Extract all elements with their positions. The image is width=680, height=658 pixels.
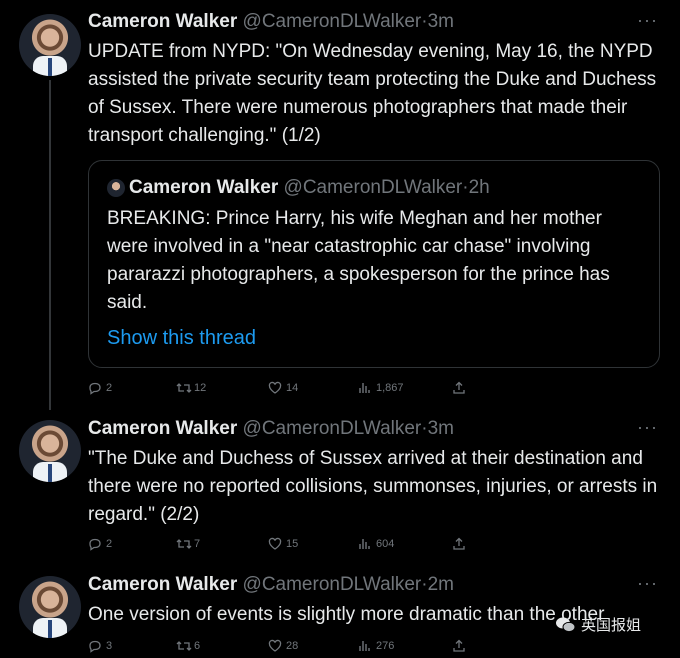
reply-button[interactable]: 3 (88, 639, 112, 653)
like-count: 14 (286, 382, 299, 394)
quoted-tweet[interactable]: Cameron Walker @CameronDLWalker·2h BREAK… (88, 160, 660, 368)
more-icon[interactable]: ··· (637, 10, 658, 31)
views-button[interactable]: 276 (358, 639, 394, 653)
views-icon (358, 537, 372, 551)
timestamp[interactable]: 3m (428, 418, 454, 439)
reply-count: 2 (106, 382, 113, 394)
like-icon (268, 381, 282, 395)
retweet-icon (176, 639, 192, 653)
reply-button[interactable]: 2 (88, 381, 112, 395)
quoted-author-handle: @CameronDLWalker (283, 177, 463, 198)
like-icon (268, 639, 282, 653)
views-count: 604 (376, 538, 395, 550)
reply-count: 3 (106, 640, 113, 652)
thread-line (49, 80, 51, 410)
like-button[interactable]: 28 (268, 639, 298, 653)
tweet-3[interactable]: Cameron Walker @CameronDLWalker·2m ··· O… (0, 566, 680, 658)
share-button[interactable] (452, 537, 466, 551)
like-count: 28 (286, 640, 299, 652)
retweet-icon (176, 381, 192, 395)
author-handle[interactable]: @CameronDLWalker (243, 418, 422, 439)
reply-button[interactable]: 2 (88, 537, 112, 551)
avatar[interactable] (19, 14, 81, 76)
tweet-text: "The Duke and Duchess of Sussex arrived … (88, 448, 658, 525)
quoted-author-name: Cameron Walker (129, 177, 279, 198)
more-icon[interactable]: ··· (637, 573, 658, 594)
show-thread-link[interactable]: Show this thread (107, 327, 256, 350)
like-count: 15 (286, 538, 299, 550)
views-button[interactable]: 604 (358, 537, 394, 551)
tweet-1[interactable]: Cameron Walker @CameronDLWalker·3m ··· U… (0, 0, 680, 410)
quoted-header: Cameron Walker @CameronDLWalker·2h (129, 177, 490, 199)
reply-icon (88, 639, 102, 653)
tweet-header: Cameron Walker @CameronDLWalker·3m (88, 11, 454, 33)
reply-icon (88, 381, 102, 395)
views-count: 1,867 (376, 382, 404, 394)
more-icon[interactable]: ··· (637, 417, 658, 438)
retweet-button[interactable]: 6 (176, 639, 200, 653)
tweet-text: UPDATE from NYPD: "On Wednesday evening,… (88, 41, 657, 146)
author-name[interactable]: Cameron Walker (88, 11, 237, 32)
quoted-timestamp: 2h (468, 177, 490, 198)
avatar[interactable] (19, 576, 81, 638)
views-count: 276 (376, 640, 395, 652)
share-icon (452, 537, 466, 551)
retweet-count: 12 (194, 382, 207, 394)
share-button[interactable] (452, 639, 466, 653)
author-handle[interactable]: @CameronDLWalker (243, 11, 422, 32)
author-handle[interactable]: @CameronDLWalker (243, 574, 422, 595)
tweet-header: Cameron Walker @CameronDLWalker·2m (88, 574, 454, 596)
share-icon (452, 639, 466, 653)
timestamp[interactable]: 2m (428, 574, 454, 595)
author-name[interactable]: Cameron Walker (88, 418, 237, 439)
like-icon (268, 537, 282, 551)
reply-count: 2 (106, 538, 113, 550)
author-name[interactable]: Cameron Walker (88, 574, 237, 595)
tweet-text: One version of events is slightly more d… (88, 604, 605, 625)
retweet-count: 7 (194, 538, 201, 550)
like-button[interactable]: 14 (268, 381, 298, 395)
avatar[interactable] (19, 420, 81, 482)
watermark: 英国报姐 (555, 614, 641, 635)
quoted-avatar (107, 179, 125, 197)
views-icon (358, 381, 372, 395)
views-icon (358, 639, 372, 653)
like-button[interactable]: 15 (268, 537, 298, 551)
reply-icon (88, 537, 102, 551)
tweet-2[interactable]: Cameron Walker @CameronDLWalker·3m ··· "… (0, 410, 680, 570)
share-icon (452, 381, 466, 395)
watermark-text: 英国报姐 (581, 617, 642, 634)
share-button[interactable] (452, 381, 466, 395)
wechat-logo-icon (555, 616, 577, 634)
quoted-text: BREAKING: Prince Harry, his wife Meghan … (107, 208, 610, 313)
retweet-button[interactable]: 12 (176, 381, 206, 395)
retweet-count: 6 (194, 640, 201, 652)
retweet-button[interactable]: 7 (176, 537, 200, 551)
retweet-icon (176, 537, 192, 551)
tweet-header: Cameron Walker @CameronDLWalker·3m (88, 418, 454, 440)
timestamp[interactable]: 3m (428, 11, 454, 32)
views-button[interactable]: 1,867 (358, 381, 404, 395)
